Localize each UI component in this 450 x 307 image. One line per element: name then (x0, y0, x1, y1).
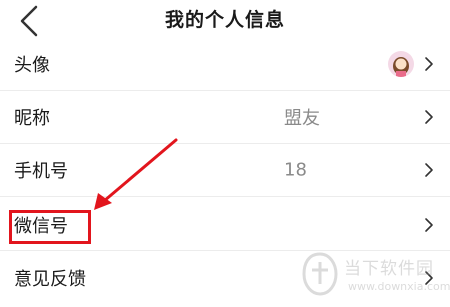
chevron-right-icon (425, 110, 433, 124)
row-label: 意见反馈 (14, 269, 86, 290)
page-title: 我的个人信息 (164, 9, 285, 31)
highlight-box (9, 210, 91, 244)
watermark-logo-icon (302, 252, 338, 296)
row-value: 18 (284, 159, 307, 181)
row-label: 头像 (14, 55, 50, 76)
chevron-right-icon (425, 57, 433, 71)
row-value: 盟友 (284, 108, 320, 129)
watermark: 当下软件园 www.downxia.com (300, 250, 450, 302)
row-label: 手机号 (14, 161, 68, 182)
watermark-text: 当下软件园 (344, 259, 434, 279)
row-nickname[interactable]: 昵称 盟友 (0, 91, 450, 143)
avatar (388, 51, 414, 77)
chevron-right-icon (425, 218, 433, 232)
chevron-right-icon (425, 163, 433, 177)
row-phone[interactable]: 手机号 18 (0, 144, 450, 196)
row-label: 昵称 (14, 108, 50, 129)
nav-header: 我的个人信息 (0, 0, 450, 40)
row-avatar[interactable]: 头像 (0, 38, 450, 90)
divider (0, 196, 450, 197)
watermark-subtext: www.downxia.com (348, 280, 450, 293)
